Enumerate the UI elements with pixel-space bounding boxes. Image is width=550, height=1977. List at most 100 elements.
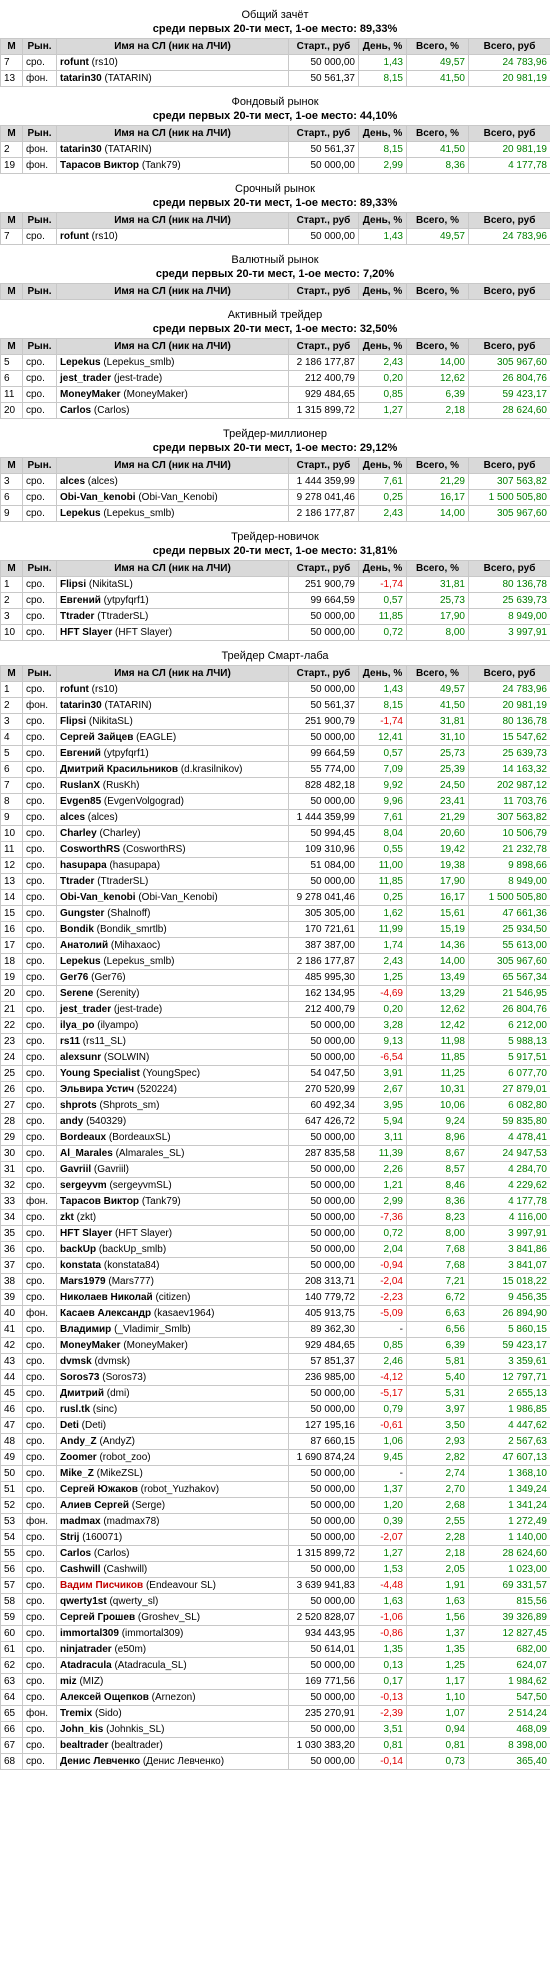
table-row[interactable]: 9срο.Lepekus (Lepekus_smlb)2 186 177,872… [1, 506, 550, 522]
column-header[interactable]: М [1, 458, 23, 474]
table-row[interactable]: 26срο.Эльвира Устич (520224)270 520,992,… [1, 1082, 550, 1098]
trader-nick-link[interactable]: miz [60, 1676, 77, 1687]
table-row[interactable]: 66срο.John_kis (Johnkis_SL)50 000,003,51… [1, 1722, 550, 1738]
trader-nick-link[interactable]: alces [60, 812, 85, 823]
column-header[interactable]: М [1, 561, 23, 577]
trader-nick-link[interactable]: bealtrader [60, 1740, 108, 1751]
table-row[interactable]: 53фон.madmax (madmax78)50 000,000,392,55… [1, 1514, 550, 1530]
table-row[interactable]: 3срο.Flipsi (NikitaSL)251 900,79-1,7431,… [1, 714, 550, 730]
column-header[interactable]: День, % [359, 458, 407, 474]
trader-nick-link[interactable]: Евгений [60, 595, 101, 606]
table-row[interactable]: 50срο.Mike_Z (MikeZSL)50 000,00-2,741 36… [1, 1466, 550, 1482]
trader-nick-link[interactable]: ilya_po [60, 1020, 94, 1031]
trader-nick-link[interactable]: Andy_Z [60, 1436, 97, 1447]
table-row[interactable]: 41срο.Владимир (_Vladimir_Smlb)89 362,30… [1, 1322, 550, 1338]
table-row[interactable]: 31срο.Gavriil (Gavriil)50 000,002,268,57… [1, 1162, 550, 1178]
trader-nick-link[interactable]: konstata [60, 1260, 101, 1271]
trader-nick-link[interactable]: ninjatrader [60, 1644, 112, 1655]
trader-nick-link[interactable]: Вадим Писчиков [60, 1580, 143, 1591]
column-header[interactable]: Всего, руб [469, 213, 550, 229]
table-row[interactable]: 8срο.Evgen85 (EvgenVolgograd)50 000,009,… [1, 794, 550, 810]
column-header[interactable]: Всего, руб [469, 339, 550, 355]
column-header[interactable]: Всего, % [407, 126, 469, 142]
trader-nick-link[interactable]: Deti [60, 1420, 79, 1431]
column-header[interactable]: Имя на СЛ (ник на ЛЧИ) [57, 458, 289, 474]
table-row[interactable]: 5срο.Евгений (ytpyfqrf1)99 664,590,5725,… [1, 746, 550, 762]
column-header[interactable]: Всего, руб [469, 126, 550, 142]
column-header[interactable]: Старт., руб [289, 561, 359, 577]
trader-nick-link[interactable]: Zoomer [60, 1452, 97, 1463]
column-header[interactable]: Всего, % [407, 458, 469, 474]
column-header[interactable]: Всего, руб [469, 561, 550, 577]
table-row[interactable]: 54срο.Strij (160071)50 000,00-2,072,281 … [1, 1530, 550, 1546]
column-header[interactable]: Имя на СЛ (ник на ЛЧИ) [57, 213, 289, 229]
column-header[interactable]: Всего, % [407, 39, 469, 55]
column-header[interactable]: Всего, % [407, 561, 469, 577]
table-row[interactable]: 10срο.HFT Slayer (HFT Slayer)50 000,000,… [1, 625, 550, 641]
table-row[interactable]: 62срο.Atadracula (Atadracula_SL)50 000,0… [1, 1658, 550, 1674]
column-header[interactable]: Рын. [23, 666, 57, 682]
trader-nick-link[interactable]: Tremix [60, 1708, 92, 1719]
table-row[interactable]: 35срο.HFT Slayer (HFT Slayer)50 000,000,… [1, 1226, 550, 1242]
trader-nick-link[interactable]: Obi-Van_kenobi [60, 492, 136, 503]
table-row[interactable]: 6срο.jest_trader (jest-trade)212 400,790… [1, 371, 550, 387]
table-row[interactable]: 4срο.Сергей Зайцев (EAGLE)50 000,0012,41… [1, 730, 550, 746]
trader-nick-link[interactable]: Serene [60, 988, 93, 999]
table-row[interactable]: 20срο.Carlos (Carlos)1 315 899,721,272,1… [1, 403, 550, 419]
trader-nick-link[interactable]: HFT Slayer [60, 1228, 112, 1239]
table-row[interactable]: 34срο.zkt (zkt)50 000,00-7,368,234 116,0… [1, 1210, 550, 1226]
trader-nick-link[interactable]: rofunt [60, 684, 89, 695]
trader-nick-link[interactable]: alces [60, 476, 85, 487]
column-header[interactable]: День, % [359, 666, 407, 682]
trader-nick-link[interactable]: Ttrader [60, 876, 94, 887]
trader-nick-link[interactable]: tatarin30 [60, 700, 102, 711]
trader-nick-link[interactable]: zkt [60, 1212, 74, 1223]
table-row[interactable]: 64срο.Алексей Ощепков (Arnezon)50 000,00… [1, 1690, 550, 1706]
table-row[interactable]: 67срο.bealtrader (bealtrader)1 030 383,2… [1, 1738, 550, 1754]
table-row[interactable]: 3срο.Ttrader (TtraderSL)50 000,0011,8517… [1, 609, 550, 625]
trader-nick-link[interactable]: rofunt [60, 231, 89, 242]
table-row[interactable]: 33фон.Тарасов Виктор (Tank79)50 000,002,… [1, 1194, 550, 1210]
table-row[interactable]: 18срο.Lepekus (Lepekus_smlb)2 186 177,87… [1, 954, 550, 970]
table-row[interactable]: 7срο.RuslanX (RusKh)828 482,189,9224,502… [1, 778, 550, 794]
trader-nick-link[interactable]: Carlos [60, 405, 91, 416]
column-header[interactable]: Всего, % [407, 284, 469, 300]
table-row[interactable]: 61срο.ninjatrader (e50m)50 614,011,351,3… [1, 1642, 550, 1658]
trader-nick-link[interactable]: Евгений [60, 748, 101, 759]
column-header[interactable]: Старт., руб [289, 666, 359, 682]
trader-nick-link[interactable]: hasupapa [60, 860, 107, 871]
trader-nick-link[interactable]: Al_Marales [60, 1148, 113, 1159]
column-header[interactable]: Имя на СЛ (ник на ЛЧИ) [57, 666, 289, 682]
table-row[interactable]: 21срο.jest_trader (jest-trade)212 400,79… [1, 1002, 550, 1018]
trader-nick-link[interactable]: Сергей Зайцев [60, 732, 133, 743]
table-row[interactable]: 17срο.Анатолий (Mihaxaoc)387 387,001,741… [1, 938, 550, 954]
trader-nick-link[interactable]: tatarin30 [60, 144, 102, 155]
trader-nick-link[interactable]: Эльвира Устич [60, 1084, 134, 1095]
trader-nick-link[interactable]: Charley [60, 828, 97, 839]
column-header[interactable]: Рын. [23, 561, 57, 577]
table-row[interactable]: 52срο.Алиев Сергей (Serge)50 000,001,202… [1, 1498, 550, 1514]
column-header[interactable]: Рын. [23, 339, 57, 355]
table-row[interactable]: 14срο.Obi-Van_kenobi (Obi-Van_Kenobi)9 2… [1, 890, 550, 906]
trader-nick-link[interactable]: Carlos [60, 1548, 91, 1559]
trader-nick-link[interactable]: sergeyvm [60, 1180, 107, 1191]
table-row[interactable]: 63срο.miz (MIZ)169 771,560,171,171 984,6… [1, 1674, 550, 1690]
trader-nick-link[interactable]: alexsunr [60, 1052, 101, 1063]
trader-nick-link[interactable]: Дмитрий [60, 1388, 104, 1399]
trader-nick-link[interactable]: shprots [60, 1100, 97, 1111]
table-row[interactable]: 7срο.rofunt (rs10)50 000,001,4349,5724 7… [1, 55, 550, 71]
column-header[interactable]: Имя на СЛ (ник на ЛЧИ) [57, 339, 289, 355]
trader-nick-link[interactable]: Алиев Сергей [60, 1500, 129, 1511]
table-row[interactable]: 2фон.tatarin30 (TATARIN)50 561,378,1541,… [1, 698, 550, 714]
trader-nick-link[interactable]: MoneyMaker [60, 389, 121, 400]
trader-nick-link[interactable]: Soros73 [60, 1372, 99, 1383]
trader-nick-link[interactable]: John_kis [60, 1724, 103, 1735]
column-header[interactable]: Рын. [23, 39, 57, 55]
table-row[interactable]: 3срο.alces (alces)1 444 359,997,6121,293… [1, 474, 550, 490]
table-row[interactable]: 6срο.Obi-Van_kenobi (Obi-Van_Kenobi)9 27… [1, 490, 550, 506]
trader-nick-link[interactable]: jest_trader [60, 1004, 111, 1015]
table-row[interactable]: 32срο.sergeyvm (sergeyvmSL)50 000,001,21… [1, 1178, 550, 1194]
table-row[interactable]: 57срο.Вадим Писчиков (Endeavour SL)3 639… [1, 1578, 550, 1594]
trader-nick-link[interactable]: dvmsk [60, 1356, 92, 1367]
table-row[interactable]: 5срο.Lepekus (Lepekus_smlb)2 186 177,872… [1, 355, 550, 371]
